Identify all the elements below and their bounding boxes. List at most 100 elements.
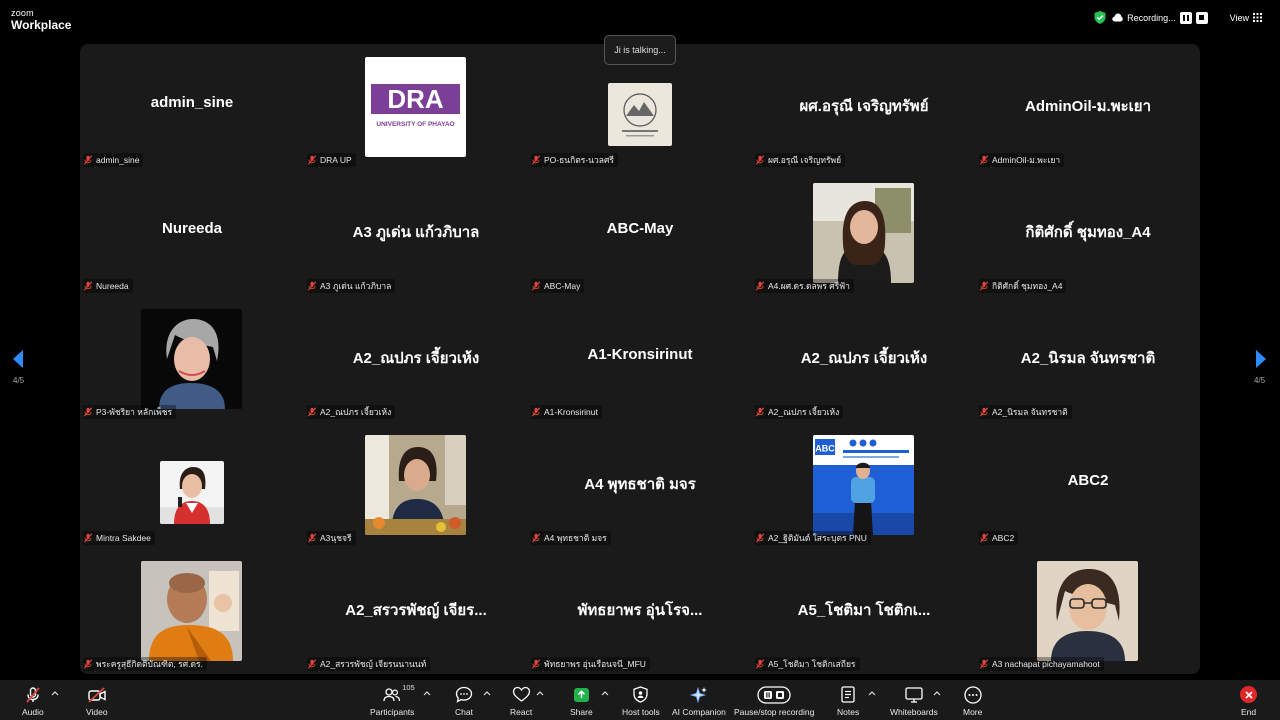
participant-name: AdminOil-ม.พะเยา [992,155,1061,165]
security-shield-icon[interactable] [1094,11,1106,24]
participant-tile[interactable]: Mintra Sakdee [80,422,304,548]
participant-video-speaker-small [160,461,224,524]
share-label: Share [570,707,593,717]
participant-video-dra-logo: DRA UNIVERSITY OF PHAYAO [365,57,466,157]
participant-tile[interactable]: DRA UNIVERSITY OF PHAYAO DRA UP [304,44,528,170]
mic-muted-icon [83,533,93,543]
participant-video-woman-short-hair [141,309,242,409]
brand-workplace: Workplace [11,18,72,32]
mic-muted-icon [307,659,317,669]
pause-stop-recording-button[interactable]: Pause/stop recording [734,685,814,717]
participant-tile[interactable]: ABC-May ABC-May [528,170,752,296]
participant-name: A2_สรวรพัชญ์ เจียรนนานนท์ [320,659,427,669]
audio-button[interactable]: Audio [22,685,44,717]
participant-name-label: ABC-May [531,279,585,293]
participant-name-label: ABC2 [979,531,1019,545]
mic-muted-icon [531,407,541,417]
participant-name: พัทธยาพร อุ่นเรือนจนี_MFU [544,659,646,669]
participant-tile[interactable]: Nureeda Nureeda [80,170,304,296]
stop-recording-icon[interactable] [1195,11,1208,24]
share-options-chevron-icon[interactable] [601,690,609,696]
participant-name: A3 ภูเด่น แก้วภิบาล [320,281,392,291]
participant-tile[interactable]: A5_โชติมา โชติกเ... A5_โชติมา โชติกเสถียร [752,548,976,674]
participant-video-abc-stage: ABC [813,435,914,535]
view-button[interactable]: View [1230,13,1262,23]
chat-options-chevron-icon[interactable] [483,690,491,696]
participant-tile[interactable]: A4.ผศ.ดร.ดลพร ศรีฟ้า [752,170,976,296]
participant-name-label: A2_ฐิติมันต์ ใสระบุตร PNU [755,531,871,545]
participant-name-label: DRA UP [307,153,356,167]
participant-tile[interactable]: A2_ณปภร เจี้ยวเห้ง A2_ณปภร เจี้ยวเห้ง [304,296,528,422]
participant-tile[interactable]: ABC2 ABC2 [976,422,1200,548]
react-options-chevron-icon[interactable] [536,690,544,696]
mic-muted-icon [979,155,989,165]
participant-name: A2_ณปภร เจี้ยวเห้ง [320,407,392,417]
participant-name: Nureeda [96,281,129,291]
whiteboards-button[interactable]: Whiteboards [890,685,938,717]
participant-video-woman-car [813,183,914,283]
cloud-icon [1112,13,1123,22]
page-indicator-right: 4/5 [1254,376,1266,385]
participant-name-label: A4.ผศ.ดร.ดลพร ศรีฟ้า [755,279,854,293]
participant-tile[interactable]: admin_sine admin_sine [80,44,304,170]
participant-name: Mintra Sakdee [96,533,151,543]
participant-name-label: ผศ.อรุณี เจริญทรัพย์ [755,153,846,167]
recording-indicator[interactable]: Recording... [1112,11,1208,24]
pause-recording-icon[interactable] [1179,11,1192,24]
dra-logo-text: DRA [387,84,444,114]
participant-tile[interactable]: A3นุชจรี [304,422,528,548]
gallery-view: admin_sine admin_sine DRA UNIVERSITY OF PHA… [80,44,1200,674]
participants-icon [383,687,401,701]
mic-muted-icon [83,659,93,669]
recording-label: Recording... [1127,12,1176,23]
participants-options-chevron-icon[interactable] [423,690,431,696]
host-tools-label: Host tools [622,707,660,717]
chat-button[interactable]: Chat [455,685,473,717]
participant-tile[interactable]: ผศ.อรุณี เจริญทรัพย์ ผศ.อรุณี เจริญทรัพย์ [752,44,976,170]
participant-tile[interactable]: A3 ภูเด่น แก้วภิบาล A3 ภูเด่น แก้วภิบาล [304,170,528,296]
participant-name: A2_ณปภร เจี้ยวเห้ง [768,407,840,417]
participant-name-label: A3 ภูเด่น แก้วภิบาล [307,279,396,293]
participant-name: P3-พัชริยา หลักเพ็ชร [96,407,173,417]
audio-options-chevron-icon[interactable] [51,690,59,696]
participant-tile[interactable]: พัทธยาพร อุ่นโรจ... พัทธยาพร อุ่นเรือนจนี… [528,548,752,674]
participant-grid: admin_sine admin_sine DRA UNIVERSITY OF PHA… [80,44,1200,674]
more-button[interactable]: More [963,685,982,717]
host-shield-icon [633,686,649,703]
react-button[interactable]: React [510,685,532,717]
participant-tile[interactable]: A1-Kronsirinut A1-Kronsirinut [528,296,752,422]
mic-muted-icon [531,659,541,669]
participant-display-name: A1-Kronsirinut [587,346,693,363]
participant-tile[interactable]: ABC A2_ฐิติมันต์ ใสระบุตร PNU [752,422,976,548]
ai-companion-button[interactable]: AI Companion [672,685,726,717]
participant-tile[interactable]: A2_สรวรพัชญ์ เจียร... A2_สรวรพัชญ์ เจียรน… [304,548,528,674]
participant-name: A4.ผศ.ดร.ดลพร ศรีฟ้า [768,281,850,291]
participant-tile[interactable]: พระครูสุธีกิตติบัณฑิต, รศ.ดร. [80,548,304,674]
participant-tile[interactable]: AdminOil-ม.พะเยา AdminOil-ม.พะเยา [976,44,1200,170]
host-tools-button[interactable]: Host tools [622,685,660,717]
participant-display-name: ABC2 [1067,472,1109,489]
participant-name-label: Mintra Sakdee [83,531,155,545]
participant-video-woman-meeting [365,435,466,535]
participant-tile[interactable]: P3-พัชริยา หลักเพ็ชร [80,296,304,422]
notes-button[interactable]: Notes [837,685,859,717]
notes-icon [841,686,855,703]
participant-tile[interactable]: A4 พุทธชาติ มจร A4 พุทธชาติ มจร [528,422,752,548]
participant-tile[interactable]: A3 nachapat pichayamahoot [976,548,1200,674]
participant-tile[interactable]: A2_นิรมล จันทรชาติ A2_นิรมล จันทรชาติ [976,296,1200,422]
previous-page-arrow-icon[interactable] [11,349,25,369]
next-page-arrow-icon[interactable] [1254,349,1268,369]
participant-tile[interactable]: กิติศักดิ์ ชุมทอง_A4 กิติศักดิ์ ชุมทอง_A4 [976,170,1200,296]
share-button[interactable]: Share [570,685,593,717]
participants-count: 105 [402,683,415,692]
participant-name: A2_นิรมล จันทรชาติ [992,407,1068,417]
notes-options-chevron-icon[interactable] [868,690,876,696]
end-meeting-button[interactable]: End [1240,685,1257,717]
video-button[interactable]: Video [86,685,108,717]
participant-display-name: A2_ณปภร เจี้ยวเห้ง [800,350,928,367]
whiteboards-options-chevron-icon[interactable] [933,690,941,696]
recording-controls-icon [757,685,791,704]
participants-button[interactable]: 105 Participants [370,683,415,717]
participant-display-name: Nureeda [161,220,223,237]
participant-tile[interactable]: A2_ณปภร เจี้ยวเห้ง A2_ณปภร เจี้ยวเห้ง [752,296,976,422]
